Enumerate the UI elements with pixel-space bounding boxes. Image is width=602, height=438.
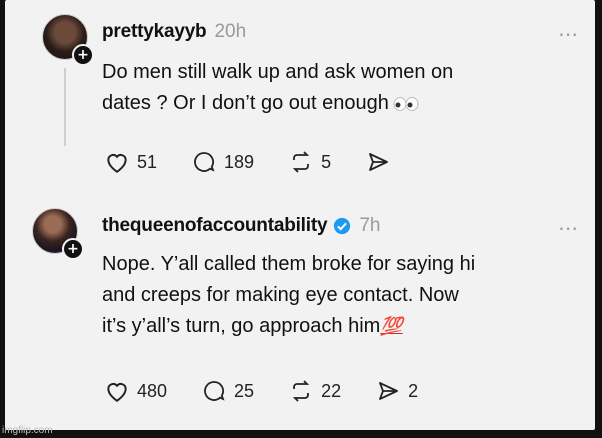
share-count: 2 xyxy=(408,380,419,401)
post-text: Do men still walk up and ask women on da… xyxy=(102,61,454,114)
send-icon xyxy=(369,153,388,171)
comment-icon xyxy=(204,381,225,401)
verified-badge-icon xyxy=(334,217,351,235)
like-count: 480 xyxy=(137,380,168,401)
username[interactable]: prettykayyb xyxy=(102,21,207,43)
repost-button[interactable]: 22 xyxy=(288,379,341,403)
watermark: imgflip.com xyxy=(2,425,53,436)
reply-count: 25 xyxy=(234,380,255,401)
share-button[interactable]: 2 xyxy=(375,379,418,403)
post-time: 20h xyxy=(214,21,247,42)
like-button[interactable]: 51 xyxy=(104,150,157,174)
avatar-prettykayyb[interactable]: + xyxy=(42,14,94,66)
post-time: 7h xyxy=(359,215,381,236)
repost-count: 5 xyxy=(321,151,332,172)
eyes-emoji-icon xyxy=(393,96,419,111)
avatar-thequeenofaccountability[interactable]: + xyxy=(32,208,84,260)
heart-icon xyxy=(107,383,127,402)
share-button[interactable] xyxy=(365,150,398,174)
reply-count: 189 xyxy=(224,151,255,172)
reply-button[interactable]: 189 xyxy=(191,150,254,174)
repost-count: 22 xyxy=(321,380,342,401)
send-icon xyxy=(379,382,399,400)
repost-icon xyxy=(292,151,310,173)
follow-plus-icon[interactable]: + xyxy=(72,44,94,66)
hundred-points-emoji: 💯 xyxy=(380,316,403,336)
thread-connector-line xyxy=(64,68,66,146)
like-count: 51 xyxy=(137,151,158,172)
post-text: Nope. Y’all called them broke for saying… xyxy=(102,253,476,337)
like-button[interactable]: 480 xyxy=(104,379,167,403)
more-options-icon[interactable]: ⋯ xyxy=(558,216,579,240)
repost-icon xyxy=(292,380,310,402)
threads-screenshot-card: + prettykayyb 20h ⋯ Do men still walk up… xyxy=(5,0,595,430)
more-options-icon[interactable]: ⋯ xyxy=(558,22,579,46)
comment-icon xyxy=(194,152,215,172)
reply-button[interactable]: 25 xyxy=(201,379,254,403)
repost-button[interactable]: 5 xyxy=(288,150,331,174)
follow-plus-icon[interactable]: + xyxy=(62,238,84,260)
username[interactable]: thequeenofaccountability xyxy=(102,215,328,237)
heart-icon xyxy=(107,154,127,173)
